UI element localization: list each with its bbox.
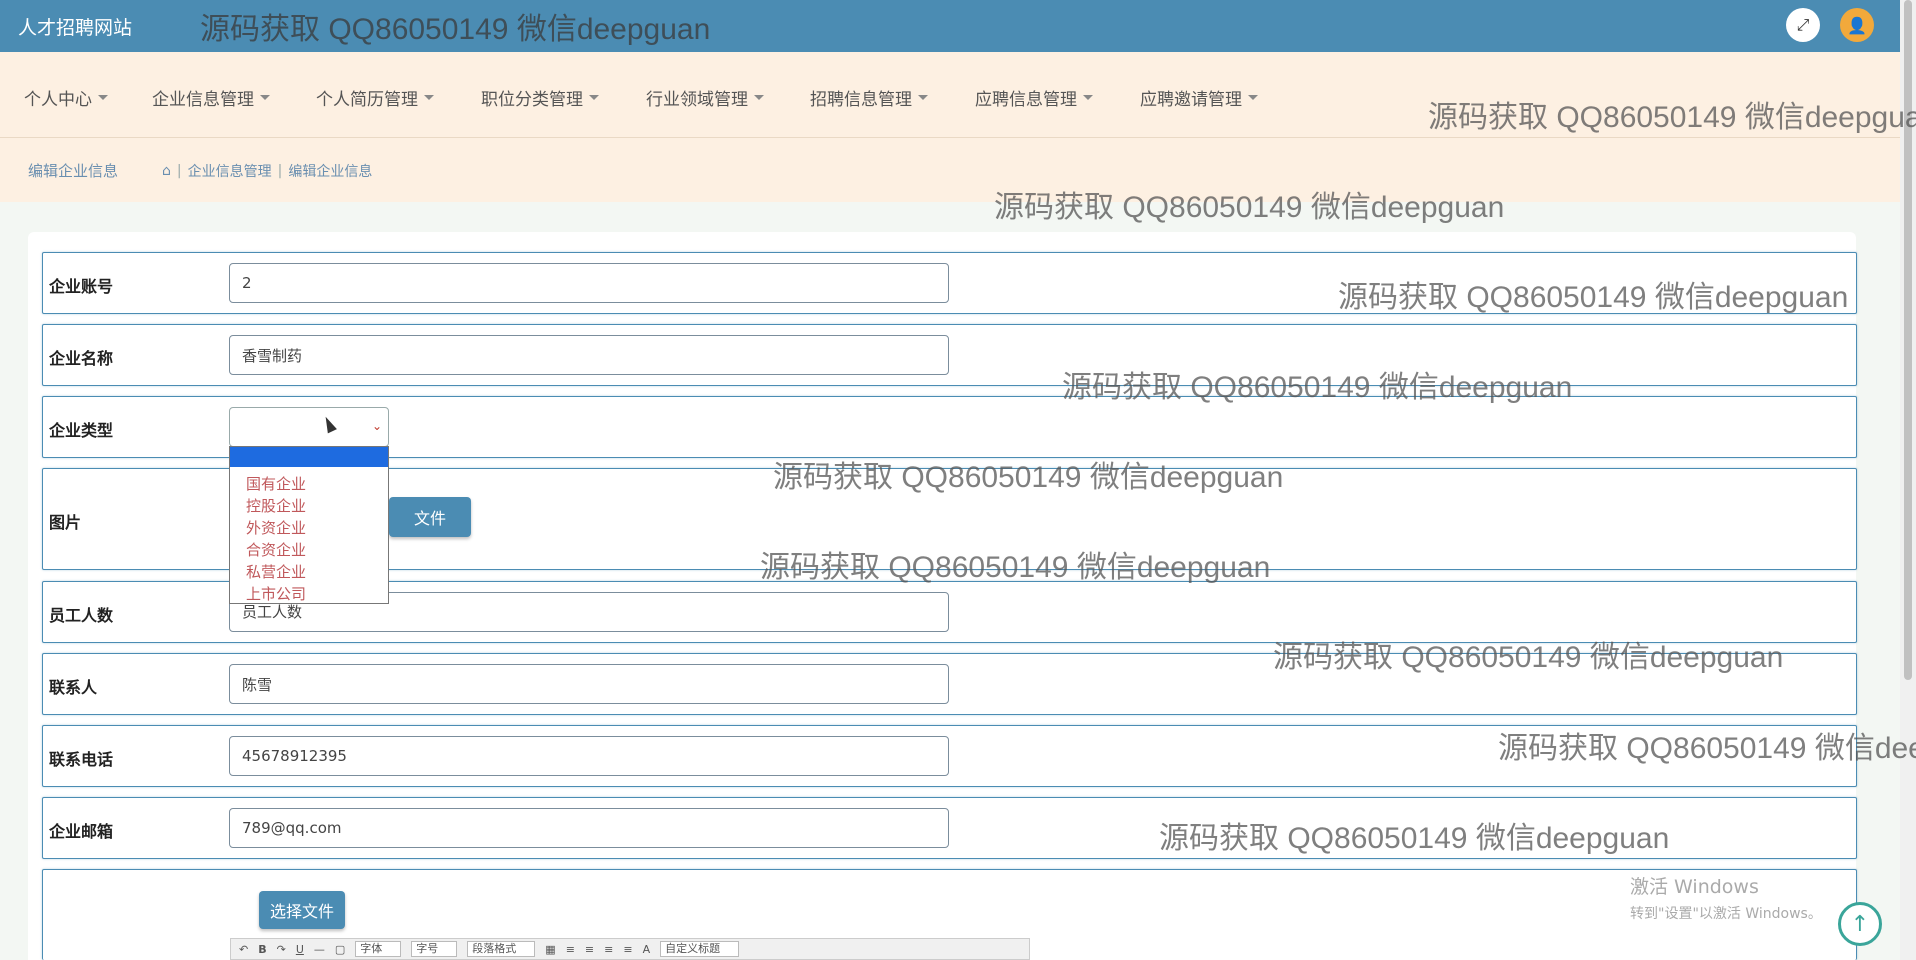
- editor-toolbar: ↶ B ↷ U — ▢ 字体 字号 段落格式 ▦ ≡ ≡ ≡ ≡ A 自定义标题: [230, 938, 1030, 960]
- scrollbar-thumb[interactable]: [1904, 0, 1912, 680]
- dropdown-option[interactable]: 私营企业: [230, 561, 388, 583]
- breadcrumb-separator: |: [277, 163, 283, 179]
- table-icon[interactable]: ▦: [545, 943, 555, 956]
- nav-item-company-info[interactable]: 企业信息管理: [152, 85, 270, 110]
- dropdown-option[interactable]: 国有企业: [230, 473, 388, 495]
- mouse-cursor-icon: [321, 414, 337, 434]
- justify-icon[interactable]: ≡: [623, 943, 632, 956]
- choose-file-button[interactable]: 选择文件: [259, 891, 345, 929]
- caret-down-icon: [589, 95, 599, 100]
- nav-item-application[interactable]: 应聘信息管理: [975, 85, 1093, 110]
- caret-down-icon: [754, 95, 764, 100]
- fullscreen-button[interactable]: ⤢: [1786, 8, 1820, 42]
- nav-label: 个人中心: [24, 90, 92, 110]
- top-bar: 人才招聘网站 源码获取 QQ86050149 微信deepguan ⤢ 👤: [0, 0, 1900, 52]
- nav-item-invitation[interactable]: 应聘邀请管理: [1140, 85, 1258, 110]
- align-left-icon[interactable]: ≡: [566, 943, 575, 956]
- undo-icon[interactable]: ↶: [239, 943, 248, 956]
- custom-title-select[interactable]: 自定义标题: [660, 941, 740, 957]
- nav-label: 应聘邀请管理: [1140, 90, 1242, 110]
- windows-activation-notice: 激活 Windows 转到"设置"以激活 Windows。: [1630, 872, 1822, 923]
- home-icon[interactable]: ⌂: [162, 163, 171, 179]
- breadcrumb: ⌂ | 企业信息管理 | 编辑企业信息: [162, 161, 372, 181]
- redo-icon[interactable]: ↷: [277, 943, 286, 956]
- form-row-phone: 联系电话: [42, 725, 1857, 787]
- font-family-select[interactable]: 字体: [355, 941, 402, 957]
- caret-down-icon: [424, 95, 434, 100]
- nav-label: 企业信息管理: [152, 90, 254, 110]
- watermark: 源码获取 QQ86050149 微信deepguan: [200, 13, 711, 46]
- field-label: 联系电话: [49, 750, 114, 769]
- site-brand[interactable]: 人才招聘网站: [18, 13, 132, 40]
- company-type-dropdown[interactable]: 国有企业 控股企业 外资企业 合资企业 私营企业 上市公司: [229, 446, 389, 604]
- caret-down-icon: [918, 95, 928, 100]
- breadcrumb-item: 编辑企业信息: [288, 164, 373, 180]
- nav-label: 行业领域管理: [646, 90, 748, 110]
- field-label: 企业名称: [49, 349, 114, 368]
- nav-label: 职位分类管理: [481, 90, 583, 110]
- form-row-email: 企业邮箱: [42, 797, 1857, 859]
- nav-label: 应聘信息管理: [975, 90, 1077, 110]
- scroll-to-top-button[interactable]: ↑: [1838, 902, 1882, 946]
- activation-title: 激活 Windows: [1630, 876, 1759, 898]
- main-nav: 个人中心 企业信息管理 个人简历管理 职位分类管理 行业领域管理 招聘信息管理 …: [0, 52, 1900, 138]
- company-type-select[interactable]: ⌄: [229, 407, 389, 447]
- user-avatar-button[interactable]: 👤: [1840, 8, 1874, 42]
- activation-subtitle: 转到"设置"以激活 Windows。: [1630, 906, 1822, 922]
- field-label: 企业邮箱: [49, 822, 114, 841]
- align-right-icon[interactable]: ≡: [604, 943, 613, 956]
- user-icon: 👤: [1847, 15, 1867, 35]
- align-center-icon[interactable]: ≡: [585, 943, 594, 956]
- email-input[interactable]: [229, 808, 949, 848]
- account-input[interactable]: [229, 263, 949, 303]
- horizontal-rule-icon[interactable]: —: [314, 943, 325, 956]
- arrow-up-icon: ↑: [1850, 911, 1870, 937]
- nav-item-industry[interactable]: 行业领域管理: [646, 85, 764, 110]
- upload-image-button[interactable]: 文件: [389, 497, 471, 537]
- dropdown-option[interactable]: 上市公司: [230, 583, 388, 605]
- underline-icon[interactable]: U: [296, 943, 304, 956]
- nav-item-resume[interactable]: 个人简历管理: [316, 85, 434, 110]
- paragraph-format-select[interactable]: 段落格式: [467, 941, 536, 957]
- dropdown-option[interactable]: 合资企业: [230, 539, 388, 561]
- bold-icon[interactable]: B: [258, 943, 266, 956]
- field-label: 图片: [49, 513, 82, 532]
- breadcrumb-item[interactable]: 企业信息管理: [188, 161, 272, 181]
- chevron-down-icon: ⌄: [371, 419, 382, 433]
- page-scrollbar[interactable]: [1900, 0, 1916, 960]
- field-label: 企业账号: [49, 277, 114, 296]
- dropdown-option[interactable]: 外资企业: [230, 517, 388, 539]
- company-name-input[interactable]: [229, 335, 949, 375]
- caret-down-icon: [260, 95, 270, 100]
- breadcrumb-bar: 编辑企业信息 ⌂ | 企业信息管理 | 编辑企业信息: [0, 138, 1900, 202]
- caret-down-icon: [98, 95, 108, 100]
- form-row-contact: 联系人: [42, 653, 1857, 715]
- nav-label: 招聘信息管理: [810, 90, 912, 110]
- form-row-account: 企业账号: [42, 252, 1857, 314]
- font-color-icon[interactable]: A: [643, 943, 651, 956]
- field-label: 企业类型: [49, 421, 114, 440]
- field-label: 联系人: [49, 678, 98, 697]
- expand-icon: ⤢: [1796, 15, 1810, 34]
- field-label: 员工人数: [49, 606, 114, 625]
- caret-down-icon: [1083, 95, 1093, 100]
- page-title: 编辑企业信息: [28, 162, 119, 180]
- form-row-name: 企业名称: [42, 324, 1857, 386]
- nav-item-personal-center[interactable]: 个人中心: [24, 85, 108, 110]
- font-size-select[interactable]: 字号: [411, 941, 458, 957]
- contact-input[interactable]: [229, 664, 949, 704]
- breadcrumb-separator: |: [176, 163, 182, 179]
- nav-label: 个人简历管理: [316, 90, 418, 110]
- nav-item-recruitment[interactable]: 招聘信息管理: [810, 85, 928, 110]
- dropdown-highlighted-option[interactable]: [230, 447, 388, 467]
- document-icon[interactable]: ▢: [335, 943, 345, 956]
- phone-input[interactable]: [229, 736, 949, 776]
- dropdown-option[interactable]: 控股企业: [230, 495, 388, 517]
- caret-down-icon: [1248, 95, 1258, 100]
- nav-item-job-category[interactable]: 职位分类管理: [481, 85, 599, 110]
